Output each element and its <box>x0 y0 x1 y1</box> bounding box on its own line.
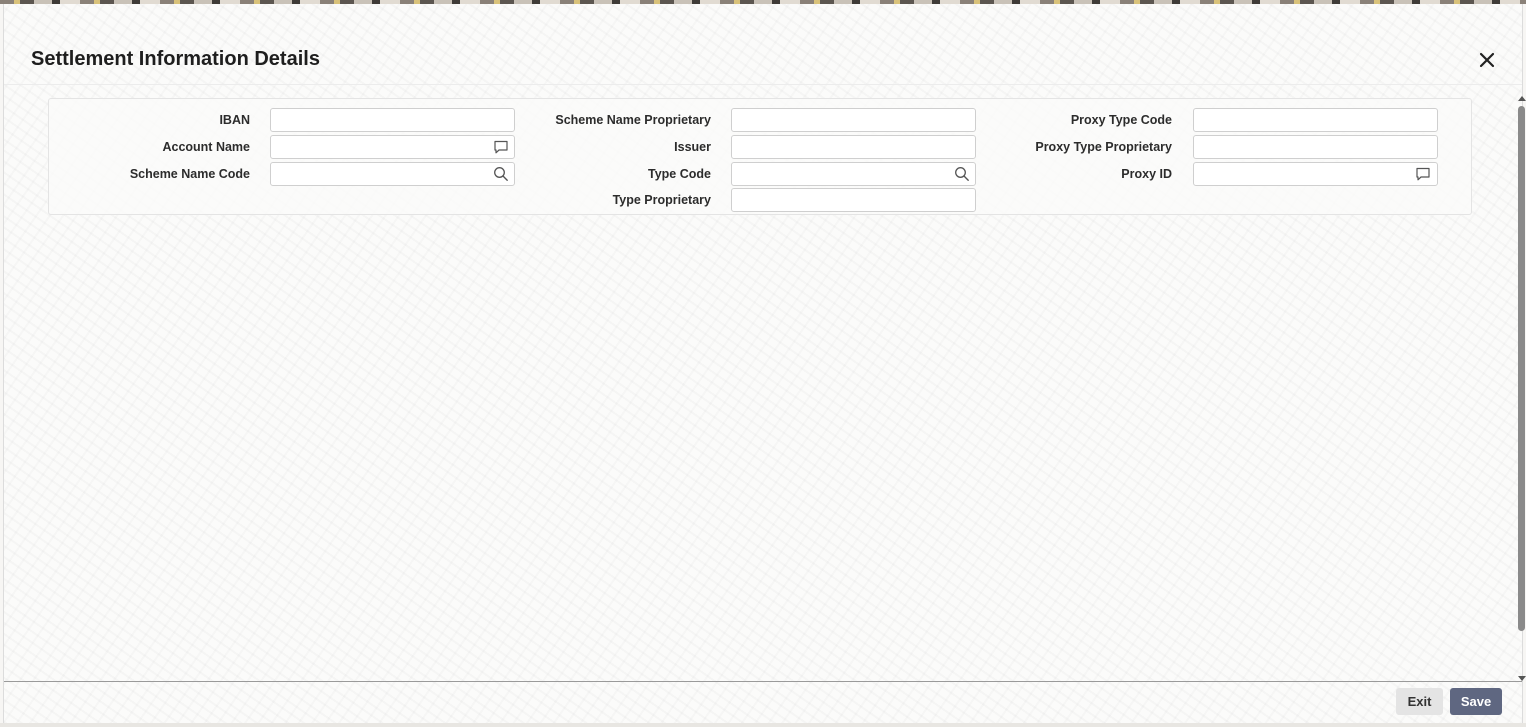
type-code-label: Type Code <box>648 167 711 181</box>
close-icon[interactable] <box>1476 49 1498 71</box>
scheme-name-proprietary-field[interactable] <box>731 108 976 132</box>
title-divider <box>4 84 1522 85</box>
search-icon[interactable] <box>493 166 509 182</box>
exit-button[interactable]: Exit <box>1396 688 1443 715</box>
account-name-field[interactable] <box>270 135 515 159</box>
iban-field[interactable] <box>270 108 515 132</box>
proxy-type-code-field[interactable] <box>1193 108 1438 132</box>
scroll-up-arrow-icon[interactable] <box>1518 96 1526 101</box>
scheme-name-code-field[interactable] <box>270 162 515 186</box>
issuer-field[interactable] <box>731 135 976 159</box>
iban-label: IBAN <box>219 113 250 127</box>
scrollbar-thumb[interactable] <box>1518 106 1525 631</box>
proxy-type-proprietary-field[interactable] <box>1193 135 1438 159</box>
account-name-label: Account Name <box>162 140 250 154</box>
footer-divider <box>4 681 1522 682</box>
dialog-title: Settlement Information Details <box>31 48 320 70</box>
type-proprietary-label: Type Proprietary <box>612 193 711 207</box>
comment-icon[interactable] <box>493 139 509 155</box>
search-icon[interactable] <box>954 166 970 182</box>
comment-icon[interactable] <box>1415 166 1431 182</box>
issuer-label: Issuer <box>674 140 711 154</box>
proxy-type-code-label: Proxy Type Code <box>1070 113 1172 127</box>
type-proprietary-field[interactable] <box>731 188 976 212</box>
settlement-information-dialog: Settlement Information Details IBAN Acco… <box>3 4 1526 723</box>
proxy-id-label: Proxy ID <box>1121 167 1172 181</box>
scheme-name-code-label: Scheme Name Code <box>129 167 250 181</box>
save-button[interactable]: Save <box>1450 688 1502 715</box>
proxy-id-field[interactable] <box>1193 162 1438 186</box>
bottom-edge <box>0 723 1526 727</box>
type-code-field[interactable] <box>731 162 976 186</box>
scheme-name-proprietary-label: Scheme Name Proprietary <box>555 113 711 127</box>
proxy-type-proprietary-label: Proxy Type Proprietary <box>1035 140 1172 154</box>
